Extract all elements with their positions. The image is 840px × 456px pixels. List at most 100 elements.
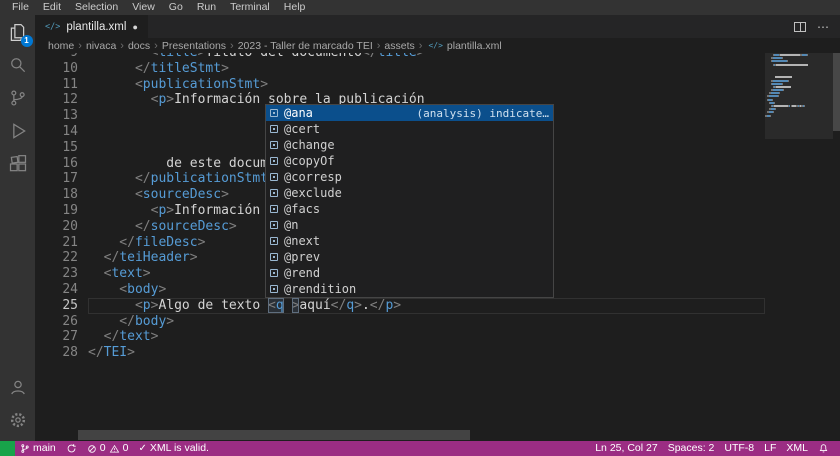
- breadcrumb-item[interactable]: plantilla.xml: [447, 40, 502, 52]
- line-number: 11: [35, 77, 88, 93]
- line-number: 28: [35, 345, 88, 361]
- line-number: 19: [35, 203, 88, 219]
- more-actions-icon[interactable]: ⋯: [817, 22, 830, 32]
- suggestion-copyOf[interactable]: @copyOf: [266, 153, 553, 169]
- attribute-icon: [270, 237, 278, 245]
- indentation-status[interactable]: Spaces: 2: [663, 441, 720, 456]
- breadcrumb-separator: ›: [78, 40, 82, 52]
- attribute-icon: [270, 221, 278, 229]
- errors-icon: [87, 444, 97, 454]
- breadcrumb-item[interactable]: 2023 - Taller de marcado TEI: [238, 40, 373, 52]
- line-number: 20: [35, 219, 88, 235]
- code-text: </TEI>: [88, 345, 135, 361]
- tag-match-highlight: <q: [268, 298, 284, 313]
- tab-label: plantilla.xml: [66, 21, 126, 33]
- menu-item-help[interactable]: Help: [277, 0, 313, 15]
- vertical-scrollbar-thumb[interactable]: [833, 53, 840, 131]
- modified-dot[interactable]: ●: [132, 22, 137, 32]
- code-text: <title>Título del documento</title>: [88, 53, 425, 61]
- code-line[interactable]: 10 </titleStmt>: [35, 61, 765, 77]
- run-debug-button[interactable]: [6, 119, 30, 143]
- search-button[interactable]: [6, 53, 30, 77]
- source-control-button[interactable]: [6, 86, 30, 110]
- horizontal-scrollbar[interactable]: [78, 430, 765, 440]
- settings-button[interactable]: [6, 408, 30, 432]
- suggestion-rend[interactable]: @rend: [266, 265, 553, 281]
- breadcrumb-separator: ›: [419, 40, 423, 52]
- encoding-status[interactable]: UTF-8: [719, 441, 759, 456]
- account-button[interactable]: [6, 375, 30, 399]
- line-number: 13: [35, 108, 88, 124]
- sync-button[interactable]: [61, 441, 82, 456]
- suggestion-prev[interactable]: @prev: [266, 249, 553, 265]
- menu-item-view[interactable]: View: [125, 0, 162, 15]
- attribute-icon: [270, 157, 278, 165]
- branch-status[interactable]: main: [15, 441, 61, 456]
- menu-item-edit[interactable]: Edit: [36, 0, 68, 15]
- menu-item-go[interactable]: Go: [162, 0, 190, 15]
- extensions-button[interactable]: [6, 152, 30, 176]
- line-number: 10: [35, 61, 88, 77]
- line-number: 15: [35, 140, 88, 156]
- code-line[interactable]: 27 </text>: [35, 329, 765, 345]
- line-number: 18: [35, 187, 88, 203]
- breadcrumb-item[interactable]: docs: [128, 40, 150, 52]
- menu-item-selection[interactable]: Selection: [68, 0, 125, 15]
- breadcrumb-separator: ›: [377, 40, 381, 52]
- explorer-button[interactable]: 1: [6, 20, 30, 44]
- suggestion-exclude[interactable]: @exclude: [266, 185, 553, 201]
- run-debug-icon: [8, 121, 28, 141]
- tab-plantilla-xml[interactable]: </> plantilla.xml ●: [35, 15, 148, 38]
- attribute-icon: [270, 189, 278, 197]
- code-line[interactable]: 26 </body>: [35, 314, 765, 330]
- xml-validation-status[interactable]: ✓ XML is valid.: [133, 441, 214, 456]
- cursor-position[interactable]: Ln 25, Col 27: [590, 441, 662, 456]
- attribute-icon: [270, 205, 278, 213]
- suggestion-change[interactable]: @change: [266, 137, 553, 153]
- suggestion-n[interactable]: @n: [266, 217, 553, 233]
- code-text: </titleStmt>: [88, 61, 229, 77]
- eol-status[interactable]: LF: [759, 441, 781, 456]
- line-number: 27: [35, 329, 88, 345]
- suggest-widget: @ana (analysis) indicate…@cert@change@cop…: [265, 104, 554, 298]
- problems-status[interactable]: 0 0: [82, 441, 134, 456]
- code-line[interactable]: 25 <p>Algo de texto <q >aquí</q>.</p>: [35, 298, 765, 314]
- code-line[interactable]: 9 <title>Título del documento</title>: [35, 53, 765, 61]
- line-number: 24: [35, 282, 88, 298]
- code-text: <sourceDesc>: [88, 187, 229, 203]
- vertical-scrollbar[interactable]: [833, 53, 840, 441]
- suggestion-ana[interactable]: @ana (analysis) indicate…: [266, 105, 553, 121]
- breadcrumb-item[interactable]: nivaca: [86, 40, 116, 52]
- menu-item-file[interactable]: File: [5, 0, 36, 15]
- suggestion-label: @ana: [284, 106, 313, 120]
- suggestion-label: @next: [284, 234, 320, 248]
- attribute-icon: [270, 173, 278, 181]
- suggestion-rendition[interactable]: @rendition: [266, 281, 553, 297]
- code-text: </teiHeader>: [88, 250, 198, 266]
- xml-file-icon: </>: [45, 22, 60, 32]
- remote-indicator[interactable]: [0, 441, 15, 456]
- menu-item-run[interactable]: Run: [190, 0, 223, 15]
- breadcrumb-item[interactable]: assets: [384, 40, 414, 52]
- notifications-button[interactable]: [813, 441, 834, 456]
- menu-item-terminal[interactable]: Terminal: [223, 0, 277, 15]
- suggestion-detail: (analysis) indicate…: [417, 107, 549, 120]
- code-line[interactable]: 11 <publicationStmt>: [35, 77, 765, 93]
- suggestion-next[interactable]: @next: [266, 233, 553, 249]
- attribute-icon: [270, 141, 278, 149]
- validation-message: XML is valid.: [150, 441, 209, 456]
- suggestion-corresp[interactable]: @corresp: [266, 169, 553, 185]
- horizontal-scrollbar-thumb[interactable]: [78, 430, 470, 440]
- suggestion-facs[interactable]: @facs: [266, 201, 553, 217]
- split-editor-icon[interactable]: [794, 22, 806, 32]
- code-line[interactable]: 28</TEI>: [35, 345, 765, 361]
- language-mode[interactable]: XML: [781, 441, 813, 456]
- status-bar: main 0 0 ✓ XML is valid. Ln 25, Col 27 S…: [0, 441, 840, 456]
- code-text: </body>: [88, 314, 174, 330]
- suggestion-cert[interactable]: @cert: [266, 121, 553, 137]
- minimap-slider[interactable]: [765, 53, 833, 139]
- breadcrumb-item[interactable]: home: [48, 40, 74, 52]
- git-branch-icon: [20, 443, 30, 454]
- breadcrumb-item[interactable]: Presentations: [162, 40, 226, 52]
- suggestion-label: @facs: [284, 202, 320, 216]
